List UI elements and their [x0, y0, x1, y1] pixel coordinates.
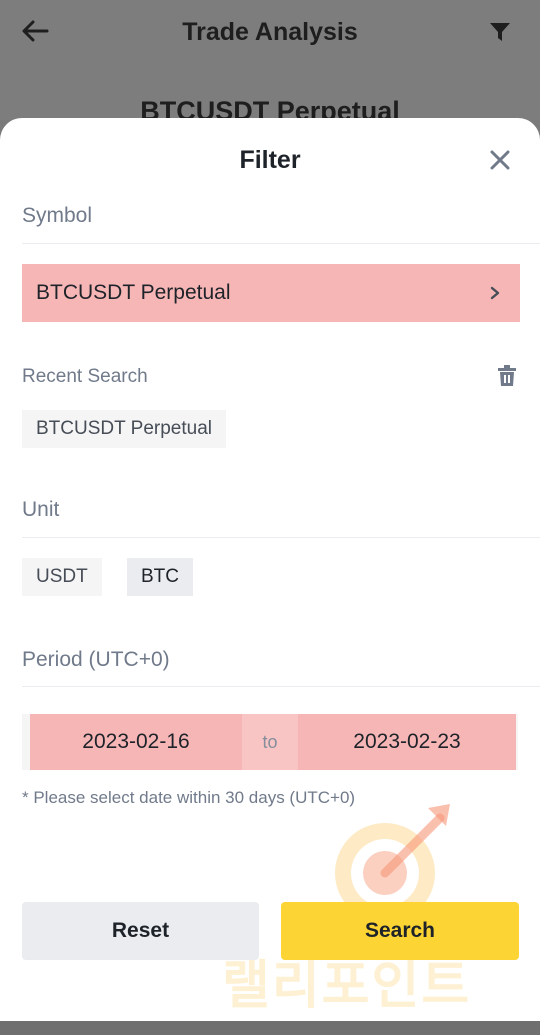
search-button[interactable]: Search [281, 902, 519, 960]
filter-button[interactable] [486, 18, 514, 46]
unit-option-usdt[interactable]: USDT [22, 558, 102, 596]
date-range: 2023-02-16 to 2023-02-23 [22, 714, 518, 770]
period-note: * Please select date within 30 days (UTC… [22, 788, 356, 807]
trash-icon[interactable] [496, 364, 518, 388]
start-date-field[interactable]: 2023-02-16 [30, 714, 242, 770]
reset-button[interactable]: Reset [22, 902, 259, 960]
symbol-select[interactable]: BTCUSDT Perpetual [22, 264, 520, 322]
close-icon [490, 150, 510, 170]
unit-label: Unit [22, 498, 60, 521]
divider [22, 686, 540, 687]
chevron-right-icon [490, 286, 500, 300]
date-separator: to [242, 714, 298, 770]
close-button[interactable] [486, 146, 514, 174]
recent-search-label: Recent Search [22, 366, 148, 387]
divider [22, 243, 540, 244]
bottom-bar [0, 1021, 540, 1035]
page-title: Trade Analysis [182, 18, 358, 46]
end-date-field[interactable]: 2023-02-23 [298, 714, 516, 770]
symbol-value: BTCUSDT Perpetual [36, 281, 231, 304]
sheet-title: Filter [239, 146, 301, 174]
filter-icon [490, 23, 510, 41]
app-bar: Trade Analysis BTCUSDT Perpetual [0, 0, 540, 126]
symbol-label: Symbol [22, 204, 93, 227]
filter-sheet: Filter Symbol BTCUSDT Perpetual Recent S… [0, 118, 540, 1021]
recent-search-chip[interactable]: BTCUSDT Perpetual [22, 410, 226, 448]
period-label: Period (UTC+0) [22, 648, 170, 671]
unit-option-btc[interactable]: BTC [127, 558, 193, 596]
divider [22, 537, 540, 538]
